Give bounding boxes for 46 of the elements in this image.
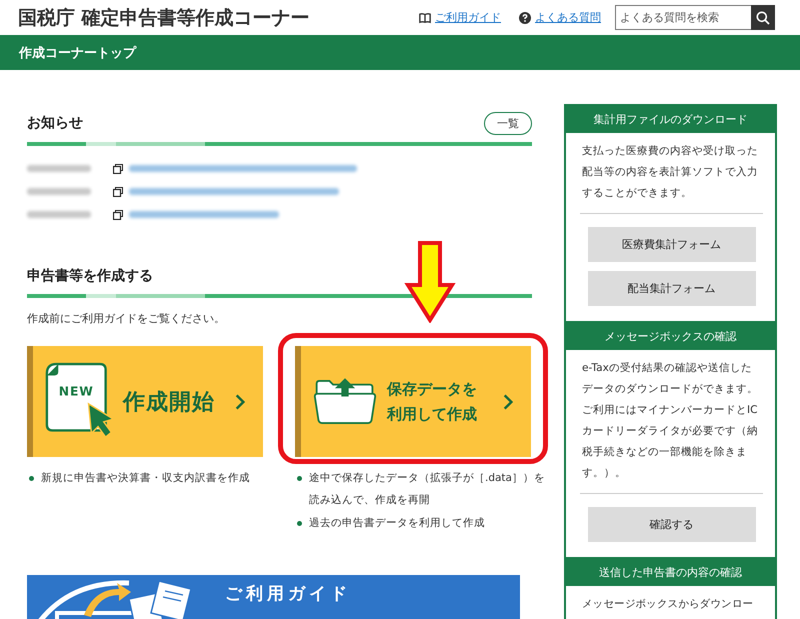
- blurred-link[interactable]: [129, 211, 279, 218]
- create-card[interactable]: NEW 作成開始: [27, 346, 263, 457]
- panel-title: 送信した申告書の内容の確認: [566, 559, 775, 586]
- blurred-text: [27, 188, 91, 195]
- header-link[interactable]: よくある質問: [535, 10, 601, 25]
- panel-button[interactable]: 配当集計フォーム: [588, 271, 756, 306]
- section-heading: 申告書等を作成する: [27, 267, 154, 286]
- bullet-text: 新規に申告書や決算書・収支内訳書を作成: [41, 471, 250, 486]
- site-title: 国税庁 確定申告書等作成コーナー: [18, 6, 310, 30]
- panel-button[interactable]: 医療費集計フォーム: [588, 227, 756, 262]
- note-text: 作成前にご利用ガイドをご覧ください。: [27, 311, 226, 326]
- panel-text: 支払った医療費の内容や受け取った配当等の内容を表計算ソフトで入力することができます。: [582, 144, 759, 201]
- search-icon: [756, 10, 770, 24]
- bullet-icon: [29, 476, 34, 481]
- panel-button[interactable]: 確認する: [588, 507, 756, 542]
- blurred-text: [27, 211, 91, 218]
- card-label: 保存データを 利用して作成: [387, 378, 477, 424]
- blurred-text: [27, 165, 91, 172]
- window-icon: [113, 164, 123, 174]
- bullet-text: 途中で保存したデータ（拡張子が［.data］）を読み込んで、作成を再開: [309, 471, 546, 508]
- bullet-text: 過去の申告書データを利用して作成: [309, 516, 485, 531]
- window-icon: [113, 210, 123, 220]
- bullet-icon: [297, 521, 302, 526]
- window-icon: [113, 186, 123, 196]
- search-field[interactable]: よくある質問を検索: [615, 5, 751, 30]
- chevron-right-icon: [235, 392, 245, 410]
- panel-title: 集計用ファイルのダウンロード: [566, 106, 775, 133]
- card-label: 作成開始: [123, 388, 215, 416]
- panel-text: e-Taxの受付結果の確認や送信したデータのダウンロードができます。ご利用にはマイナンバーカードとICカードリーダライタが必要です（納税手続きなどの一部機能を除きます。）。: [582, 361, 759, 481]
- header-link[interactable]: ご利用ガイド: [435, 10, 501, 25]
- book-icon: [419, 12, 431, 24]
- panel-title: メッセージボックスの確認: [566, 323, 775, 350]
- create-card[interactable]: 保存データを 利用して作成: [295, 346, 531, 457]
- guide-title: ご利用ガイド: [225, 583, 351, 605]
- panel-text: メッセージボックスからダウンロー: [582, 597, 754, 612]
- guide-banner[interactable]: ご利用ガイド: [27, 575, 520, 619]
- blurred-link[interactable]: [129, 165, 357, 172]
- nav-title[interactable]: 作成コーナートップ: [19, 44, 136, 62]
- folder-upload-icon: [313, 378, 377, 426]
- search-button[interactable]: [751, 5, 775, 30]
- list-button[interactable]: 一覧: [484, 112, 532, 134]
- chevron-right-icon: [503, 392, 513, 410]
- section-heading: お知らせ: [27, 114, 83, 132]
- question-icon: [519, 12, 531, 24]
- bullet-icon: [297, 476, 302, 481]
- blurred-link[interactable]: [129, 188, 339, 195]
